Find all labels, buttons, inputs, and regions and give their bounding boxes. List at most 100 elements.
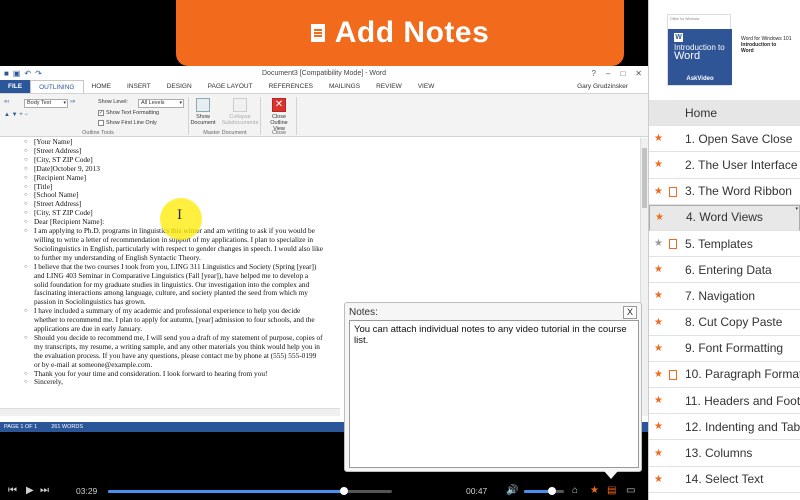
outline-level-select[interactable]: Body Text bbox=[24, 99, 68, 108]
lesson-item[interactable]: ★ 9. Font Formatting bbox=[649, 336, 800, 362]
minimize-icon[interactable]: – bbox=[606, 69, 610, 78]
tab-home[interactable]: HOME bbox=[84, 80, 120, 93]
outline-item[interactable]: ○ Sincerely, bbox=[24, 378, 324, 387]
help-icon[interactable]: ? bbox=[592, 69, 596, 78]
outline-bullet-icon[interactable]: ○ bbox=[24, 209, 28, 218]
star-icon[interactable]: ★ bbox=[654, 186, 663, 197]
tab-insert[interactable]: INSERT bbox=[119, 80, 159, 93]
tab-mailings[interactable]: MAILINGS bbox=[321, 80, 368, 93]
skip-back-icon[interactable]: ⏮ bbox=[8, 485, 17, 497]
tab-design[interactable]: DESIGN bbox=[159, 80, 200, 93]
outline-bullet-icon[interactable]: ○ bbox=[24, 156, 28, 165]
star-icon[interactable]: ★ bbox=[654, 238, 663, 249]
horizontal-scrollbar[interactable] bbox=[0, 408, 340, 416]
outline-item-text: Sincerely, bbox=[34, 377, 63, 387]
user-name[interactable]: Gary Grudzinsker bbox=[577, 80, 648, 93]
tab-file[interactable]: FILE bbox=[0, 80, 31, 93]
promote-arrows-icon[interactable]: «‹ bbox=[4, 99, 9, 105]
show-document-button[interactable]: Show Document bbox=[190, 98, 216, 126]
maximize-icon[interactable]: □ bbox=[620, 69, 625, 78]
word-count[interactable]: 261 WORDS bbox=[51, 424, 83, 430]
outline-bullet-icon[interactable]: ○ bbox=[24, 138, 28, 147]
play-icon[interactable]: ▶ bbox=[26, 485, 34, 497]
outline-item[interactable]: ○ Should you decide to recommend me, I wi… bbox=[24, 333, 324, 370]
star-icon[interactable]: ★ bbox=[654, 133, 663, 144]
video-area[interactable]: ■ ▣ ↶ ↷ Document3 [Compatibility Mode] -… bbox=[0, 0, 648, 500]
star-icon[interactable]: ★ bbox=[655, 213, 664, 223]
progress-knob[interactable] bbox=[339, 487, 348, 495]
star-icon[interactable]: ★ bbox=[654, 369, 663, 380]
tab-view[interactable]: VIEW bbox=[410, 80, 443, 93]
lesson-item[interactable]: ★ 14. Select Text bbox=[649, 467, 800, 493]
star-icon[interactable]: ★ bbox=[654, 343, 663, 354]
lesson-item[interactable]: ★ 3. The Word Ribbon bbox=[649, 179, 800, 205]
outline-item[interactable]: ○ [Recipient Name] bbox=[24, 172, 324, 183]
outline-bullet-icon[interactable]: ○ bbox=[24, 307, 28, 316]
fullscreen-icon[interactable]: ▭ bbox=[626, 485, 635, 497]
star-icon[interactable]: ★ bbox=[654, 159, 663, 170]
outline-bullet-icon[interactable]: ○ bbox=[24, 174, 28, 183]
lesson-label: 1. Open Save Close bbox=[685, 131, 793, 146]
collapse-subdocuments-button[interactable]: Collapse Subdocuments bbox=[220, 98, 260, 126]
lesson-item[interactable]: ★ 10. Paragraph Formatting bbox=[649, 362, 800, 389]
tab-page-layout[interactable]: PAGE LAYOUT bbox=[200, 80, 261, 93]
lesson-item[interactable]: ★ 2. The User Interface bbox=[649, 152, 800, 179]
outline-bullet-icon[interactable]: ○ bbox=[24, 200, 28, 209]
star-icon[interactable]: ★ bbox=[654, 421, 663, 432]
tab-references[interactable]: REFERENCES bbox=[261, 80, 321, 93]
show-text-formatting-checkbox[interactable]: ✓ Show Text Formatting bbox=[98, 110, 159, 116]
volume-knob[interactable] bbox=[548, 487, 556, 495]
remaining-time: 00:47 bbox=[466, 486, 488, 496]
star-icon[interactable]: ★ bbox=[654, 290, 663, 301]
outline-bullet-icon[interactable]: ○ bbox=[24, 378, 28, 387]
show-first-line-only-checkbox[interactable]: Show First Line Only bbox=[98, 120, 157, 126]
tab-review[interactable]: REVIEW bbox=[368, 80, 410, 93]
lesson-item[interactable]: ★ 5. Templates bbox=[649, 231, 800, 258]
star-icon[interactable]: ★ bbox=[654, 474, 663, 485]
favorite-star-icon[interactable]: ★ bbox=[590, 485, 599, 497]
volume-icon[interactable]: 🔊 bbox=[506, 485, 518, 497]
close-window-icon[interactable]: ✕ bbox=[635, 69, 642, 78]
lesson-item[interactable]: ★ 4. Word Views bbox=[649, 204, 800, 231]
lesson-item[interactable]: ★ 12. Indenting and Tabs bbox=[649, 414, 800, 441]
move-arrows-icon[interactable]: ▲ ▼ + − bbox=[4, 112, 28, 118]
outline-bullet-icon[interactable]: ○ bbox=[24, 263, 28, 272]
sidebar-item-home[interactable]: Home bbox=[649, 100, 800, 127]
course-thumbnail[interactable]: Office for Windows W Introduction to Wor… bbox=[649, 0, 800, 100]
star-icon[interactable]: ★ bbox=[654, 395, 663, 406]
lesson-item[interactable]: ★ 11. Headers and Footers bbox=[649, 388, 800, 415]
progress-bar[interactable] bbox=[108, 487, 392, 495]
outline-bullet-icon[interactable]: ○ bbox=[24, 227, 28, 236]
outline-bullet-icon[interactable]: ○ bbox=[24, 191, 28, 200]
star-icon[interactable]: ★ bbox=[654, 264, 663, 275]
show-level-select[interactable]: All Levels bbox=[138, 99, 184, 108]
lesson-item[interactable]: ★ 13. Columns bbox=[649, 440, 800, 467]
outline-item[interactable]: ○ I have included a summary of my academi… bbox=[24, 306, 324, 334]
star-icon[interactable]: ★ bbox=[654, 448, 663, 459]
demote-arrows-icon[interactable]: ›» bbox=[70, 99, 75, 105]
outline-item[interactable]: ○ I believe that the two courses I took f… bbox=[24, 262, 324, 308]
close-outline-view-button[interactable]: ✕ Close Outline View bbox=[264, 98, 294, 132]
star-icon[interactable]: ★ bbox=[654, 317, 663, 328]
home-icon[interactable]: ⌂ bbox=[572, 485, 578, 497]
notes-toggle-icon[interactable]: ▤ bbox=[607, 485, 616, 497]
lesson-item[interactable]: ★ 6. Entering Data bbox=[649, 257, 800, 284]
outline-item-text: [Recipient Name] bbox=[34, 172, 87, 182]
scrollbar-thumb[interactable] bbox=[642, 148, 647, 208]
tab-outlining[interactable]: OUTLINING bbox=[30, 80, 84, 93]
volume-slider[interactable] bbox=[524, 487, 564, 495]
outline-bullet-icon[interactable]: ○ bbox=[24, 165, 28, 174]
skip-forward-icon[interactable]: ⏭ bbox=[40, 485, 49, 497]
notes-close-button[interactable]: X bbox=[623, 306, 637, 319]
lesson-item[interactable]: ★ 7. Navigation bbox=[649, 283, 800, 310]
outline-bullet-icon[interactable]: ○ bbox=[24, 218, 28, 227]
lesson-item[interactable]: ★ 8. Cut Copy Paste bbox=[649, 310, 800, 336]
outline-bullet-icon[interactable]: ○ bbox=[24, 370, 28, 379]
lesson-item[interactable]: ★ 1. Open Save Close bbox=[649, 126, 800, 153]
page-count[interactable]: PAGE 1 OF 1 bbox=[4, 424, 37, 430]
outline-bullet-icon[interactable]: ○ bbox=[24, 183, 28, 192]
notes-textarea[interactable]: You can attach individual notes to any v… bbox=[349, 320, 639, 468]
outline-bullet-icon[interactable]: ○ bbox=[24, 334, 28, 343]
outline-item[interactable]: ○ Thank you for your time and considerati… bbox=[24, 369, 324, 379]
outline-bullet-icon[interactable]: ○ bbox=[24, 147, 28, 156]
